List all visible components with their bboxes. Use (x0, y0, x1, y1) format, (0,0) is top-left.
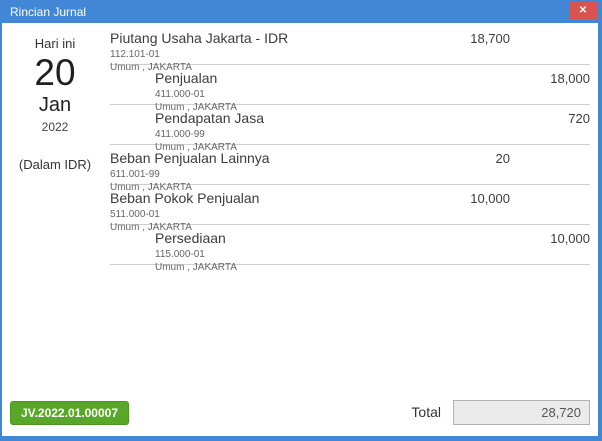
account-code: 411.000-01 (155, 89, 205, 100)
close-button[interactable]: ✕ (569, 2, 597, 20)
total-label: Total (411, 404, 441, 420)
account-name: Pendapatan Jasa (155, 110, 264, 126)
date-month: Jan (38, 93, 72, 116)
date-day: 20 (34, 52, 76, 93)
journal-entry-row: Persediaan 115.000-01 Umum , JAKARTA 10,… (110, 225, 590, 273)
journal-entry-row: Piutang Usaha Jakarta - IDR 112.101-01 U… (110, 25, 590, 73)
date-year: 2022 (41, 119, 69, 134)
rincian-jurnal-window: Rincian Jurnal ✕ Hari ini 20 Jan 2022 (D… (0, 0, 602, 441)
account-code: 511.000-01 (110, 209, 160, 220)
debit-amount: 20 (495, 151, 510, 166)
journal-entries-list: Piutang Usaha Jakarta - IDR 112.101-01 U… (110, 25, 590, 273)
account-code: 112.101-01 (110, 49, 160, 60)
account-code: 115.000-01 (155, 249, 205, 260)
account-code: 611.001-99 (110, 169, 160, 180)
journal-entry-row: Pendapatan Jasa 411.000-99 Umum , JAKART… (110, 105, 590, 153)
journal-entry-row: Beban Penjualan Lainnya 611.001-99 Umum … (110, 145, 590, 193)
debit-amount: 18,700 (470, 31, 510, 46)
dialog-content: Hari ini 20 Jan 2022 (Dalam IDR) Piutang… (2, 23, 598, 436)
credit-amount: 720 (568, 111, 590, 126)
debit-amount: 10,000 (470, 191, 510, 206)
account-name: Persediaan (155, 230, 226, 246)
date-panel: Hari ini 20 Jan 2022 (Dalam IDR) (2, 23, 108, 172)
credit-amount: 10,000 (550, 231, 590, 246)
account-name: Piutang Usaha Jakarta - IDR (110, 30, 289, 46)
credit-amount: 18,000 (550, 71, 590, 86)
currency-note: (Dalam IDR) (18, 156, 92, 172)
account-branch: Umum , JAKARTA (155, 262, 237, 273)
account-name: Beban Penjualan Lainnya (110, 150, 270, 166)
journal-entry-row: Beban Pokok Penjualan 511.000-01 Umum , … (110, 185, 590, 233)
close-icon: ✕ (578, 5, 588, 16)
account-name: Penjualan (155, 70, 218, 86)
titlebar: Rincian Jurnal ✕ (0, 0, 602, 23)
account-name: Beban Pokok Penjualan (110, 190, 260, 206)
journal-number-badge[interactable]: JV.2022.01.00007 (10, 401, 129, 425)
account-code: 411.000-99 (155, 129, 205, 140)
today-label: Hari ini (34, 36, 76, 51)
journal-entry-row: Penjualan 411.000-01 Umum , JAKARTA 18,0… (110, 65, 590, 113)
total-value-field (453, 400, 590, 425)
window-title: Rincian Jurnal (10, 5, 87, 19)
